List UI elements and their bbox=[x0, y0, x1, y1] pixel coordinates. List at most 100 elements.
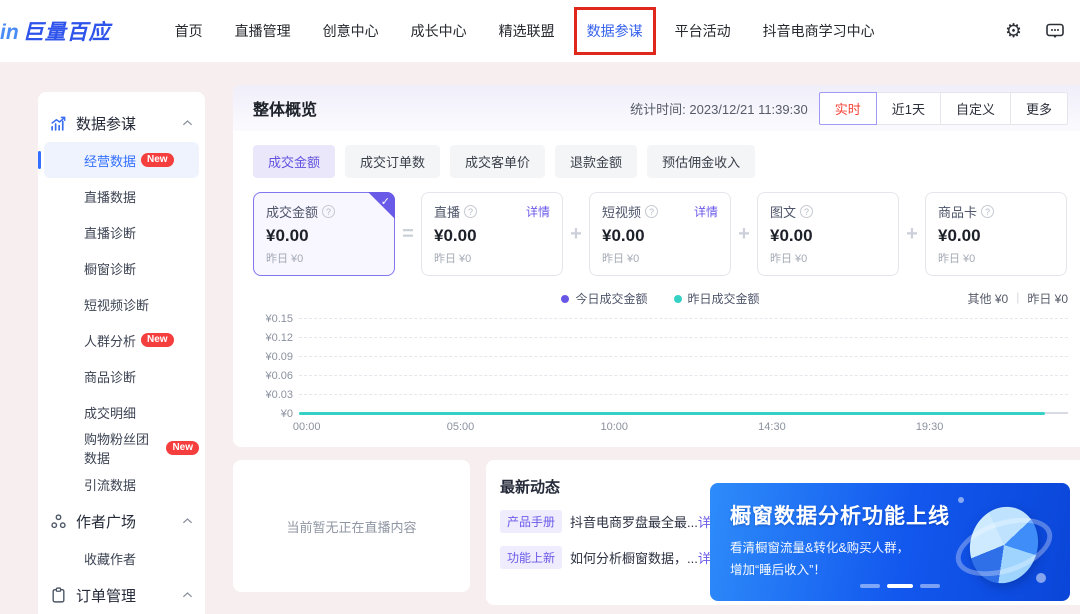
sidebar-item-live-data[interactable]: 直播数据 bbox=[44, 178, 199, 214]
time-controls: 统计时间: 2023/12/21 11:39:30 实时 近1天 自定义 更多 bbox=[630, 92, 1068, 125]
legend-label: 今日成交金额 bbox=[575, 290, 647, 307]
sidebar-item-label: 收藏作者 bbox=[84, 549, 136, 568]
carousel-dot[interactable] bbox=[920, 584, 940, 588]
y-tick: ¥0.03 bbox=[251, 389, 293, 401]
gridline: ¥0.06 bbox=[299, 375, 1068, 376]
sparkle bbox=[1036, 573, 1046, 583]
chevron-up-icon[interactable] bbox=[182, 119, 193, 127]
sidebar-item-label: 经营数据 bbox=[84, 151, 136, 170]
sidebar-item-traffic-data[interactable]: 引流数据 bbox=[44, 466, 199, 502]
tab-order-count[interactable]: 成交订单数 bbox=[345, 145, 440, 178]
help-icon[interactable]: ? bbox=[464, 205, 477, 218]
sidebar-item-label: 商品诊断 bbox=[84, 367, 136, 386]
tab-avg-order-value[interactable]: 成交客单价 bbox=[450, 145, 545, 178]
sparkle bbox=[958, 497, 964, 503]
sidebar-item-label: 购物粉丝团数据 bbox=[84, 429, 161, 467]
card-value: ¥0.00 bbox=[602, 226, 718, 246]
chevron-up-icon[interactable] bbox=[182, 591, 193, 599]
app-logo[interactable]: in巨量百应 bbox=[0, 16, 111, 46]
gridline: ¥0.03 bbox=[299, 394, 1068, 395]
overview-header: 整体概览 统计时间: 2023/12/21 11:39:30 实时 近1天 自定… bbox=[233, 85, 1080, 131]
sidebar-item-label: 人群分析 bbox=[84, 331, 136, 350]
legend-label: 昨日成交金额 bbox=[688, 290, 760, 307]
x-tick: 14:30 bbox=[758, 421, 786, 433]
nav-item-selected-alliance[interactable]: 精选联盟 bbox=[499, 21, 555, 41]
help-icon[interactable]: ? bbox=[645, 205, 658, 218]
sidebar-item-label: 橱窗诊断 bbox=[84, 259, 136, 278]
card-video-gmv[interactable]: 短视频 ? 详情 ¥0.00 昨日 ¥0 bbox=[589, 192, 731, 276]
stat-time-value: 2023/12/21 11:39:30 bbox=[689, 102, 807, 117]
card-product-card-gmv[interactable]: 商品卡 ? ¥0.00 昨日 ¥0 bbox=[925, 192, 1067, 276]
filter-realtime-button[interactable]: 实时 bbox=[819, 92, 877, 125]
sidebar-item-fanclub-data[interactable]: 购物粉丝团数据 New bbox=[44, 430, 199, 466]
sidebar-item-label: 引流数据 bbox=[84, 475, 136, 494]
card-subvalue: 昨日 ¥0 bbox=[938, 250, 1054, 266]
carousel-dot-active[interactable] bbox=[887, 584, 913, 588]
chart-corner-note: 其他 ¥0 | 昨日 ¥0 bbox=[968, 290, 1069, 307]
filter-more-button[interactable]: 更多 bbox=[1010, 92, 1068, 125]
gridline: ¥0.12 bbox=[299, 337, 1068, 338]
news-text: 如何分析橱窗数据，... bbox=[570, 548, 698, 567]
filter-custom-button[interactable]: 自定义 bbox=[940, 92, 1011, 125]
settings-icon[interactable]: ⚙ bbox=[1005, 22, 1022, 41]
message-icon[interactable] bbox=[1044, 20, 1066, 42]
sidebar-section-data-advisor[interactable]: 数据参谋 bbox=[38, 104, 205, 142]
help-icon[interactable]: ? bbox=[800, 205, 813, 218]
nav-item-live-management[interactable]: 直播管理 bbox=[235, 21, 291, 41]
card-total-gmv[interactable]: ✓ 成交金额 ? ¥0.00 昨日 ¥0 bbox=[253, 192, 395, 276]
legend-today[interactable]: 今日成交金额 bbox=[561, 290, 647, 307]
card-live-gmv[interactable]: 直播 ? 详情 ¥0.00 昨日 ¥0 bbox=[421, 192, 563, 276]
nav-item-platform-activity[interactable]: 平台活动 bbox=[675, 21, 731, 41]
sidebar-item-business-data[interactable]: 经营数据 New bbox=[44, 142, 199, 178]
sidebar-section-order-management[interactable]: 订单管理 bbox=[38, 576, 205, 614]
filter-1day-button[interactable]: 近1天 bbox=[876, 92, 941, 125]
tab-commission-income[interactable]: 预估佣金收入 bbox=[647, 145, 755, 178]
tab-refund-amount[interactable]: 退款金额 bbox=[555, 145, 637, 178]
sidebar: 数据参谋 经营数据 New 直播数据 直播诊断 橱窗诊断 短视频诊断 人群分析 … bbox=[38, 92, 205, 614]
detail-link[interactable]: 详情 bbox=[694, 203, 718, 220]
top-navigation: in巨量百应 首页 直播管理 创意中心 成长中心 精选联盟 数据参谋 平台活动 … bbox=[0, 0, 1080, 62]
chart-plot-area: ¥0.15 ¥0.12 ¥0.09 ¥0.06 ¥0.03 ¥0 bbox=[299, 318, 1068, 415]
card-subvalue: 昨日 ¥0 bbox=[434, 250, 550, 266]
nav-item-learning-center[interactable]: 抖音电商学习中心 bbox=[763, 21, 875, 41]
y-tick: ¥0.12 bbox=[251, 332, 293, 344]
stat-cards-row: ✓ 成交金额 ? ¥0.00 昨日 ¥0 = 直播 ? 详情 ¥0.00 昨日 … bbox=[253, 192, 1068, 276]
sidebar-item-favorite-authors[interactable]: 收藏作者 bbox=[44, 540, 199, 576]
legend-yesterday[interactable]: 昨日成交金额 bbox=[674, 290, 760, 307]
sidebar-item-audience-analysis[interactable]: 人群分析 New bbox=[44, 322, 199, 358]
sidebar-item-live-diagnosis[interactable]: 直播诊断 bbox=[44, 214, 199, 250]
help-icon[interactable]: ? bbox=[322, 205, 335, 218]
chevron-up-icon[interactable] bbox=[182, 517, 193, 525]
y-tick: ¥0.06 bbox=[251, 370, 293, 382]
y-tick: ¥0 bbox=[251, 408, 293, 420]
card-image-text-gmv[interactable]: 图文 ? ¥0.00 昨日 ¥0 bbox=[757, 192, 899, 276]
sidebar-section-author-plaza[interactable]: 作者广场 bbox=[38, 502, 205, 540]
note-other: 其他 ¥0 bbox=[968, 290, 1009, 307]
sidebar-item-showcase-diagnosis[interactable]: 橱窗诊断 bbox=[44, 250, 199, 286]
tab-gmv[interactable]: 成交金额 bbox=[253, 145, 335, 178]
sidebar-section-label: 作者广场 bbox=[76, 511, 173, 532]
authors-icon bbox=[50, 513, 67, 530]
sidebar-section-label: 订单管理 bbox=[76, 585, 173, 606]
sidebar-item-video-diagnosis[interactable]: 短视频诊断 bbox=[44, 286, 199, 322]
card-subvalue: 昨日 ¥0 bbox=[266, 250, 382, 266]
carousel-indicators bbox=[860, 584, 940, 588]
news-text: 抖音电商罗盘最全最... bbox=[570, 512, 698, 531]
new-badge: New bbox=[166, 441, 199, 455]
card-title: 短视频 bbox=[602, 202, 641, 221]
legend-dot-yesterday bbox=[674, 295, 682, 303]
nav-menu: 首页 直播管理 创意中心 成长中心 精选联盟 数据参谋 平台活动 抖音电商学习中… bbox=[175, 21, 875, 41]
detail-link[interactable]: 详情 bbox=[526, 203, 550, 220]
help-icon[interactable]: ? bbox=[981, 205, 994, 218]
carousel-dot[interactable] bbox=[860, 584, 880, 588]
nav-item-home[interactable]: 首页 bbox=[175, 21, 203, 41]
equals-separator: = bbox=[395, 192, 421, 276]
sidebar-item-product-diagnosis[interactable]: 商品诊断 bbox=[44, 358, 199, 394]
promo-banner[interactable]: 橱窗数据分析功能上线 看清橱窗流量&转化&购买人群， 增加“睡后收入”！ bbox=[710, 483, 1070, 601]
sidebar-item-transaction-detail[interactable]: 成交明细 bbox=[44, 394, 199, 430]
legend-dot-today bbox=[561, 295, 569, 303]
nav-item-creative-center[interactable]: 创意中心 bbox=[323, 21, 379, 41]
gridline: ¥0.15 bbox=[299, 318, 1068, 319]
nav-item-data-advisor[interactable]: 数据参谋 bbox=[587, 21, 643, 41]
nav-item-growth-center[interactable]: 成长中心 bbox=[411, 21, 467, 41]
